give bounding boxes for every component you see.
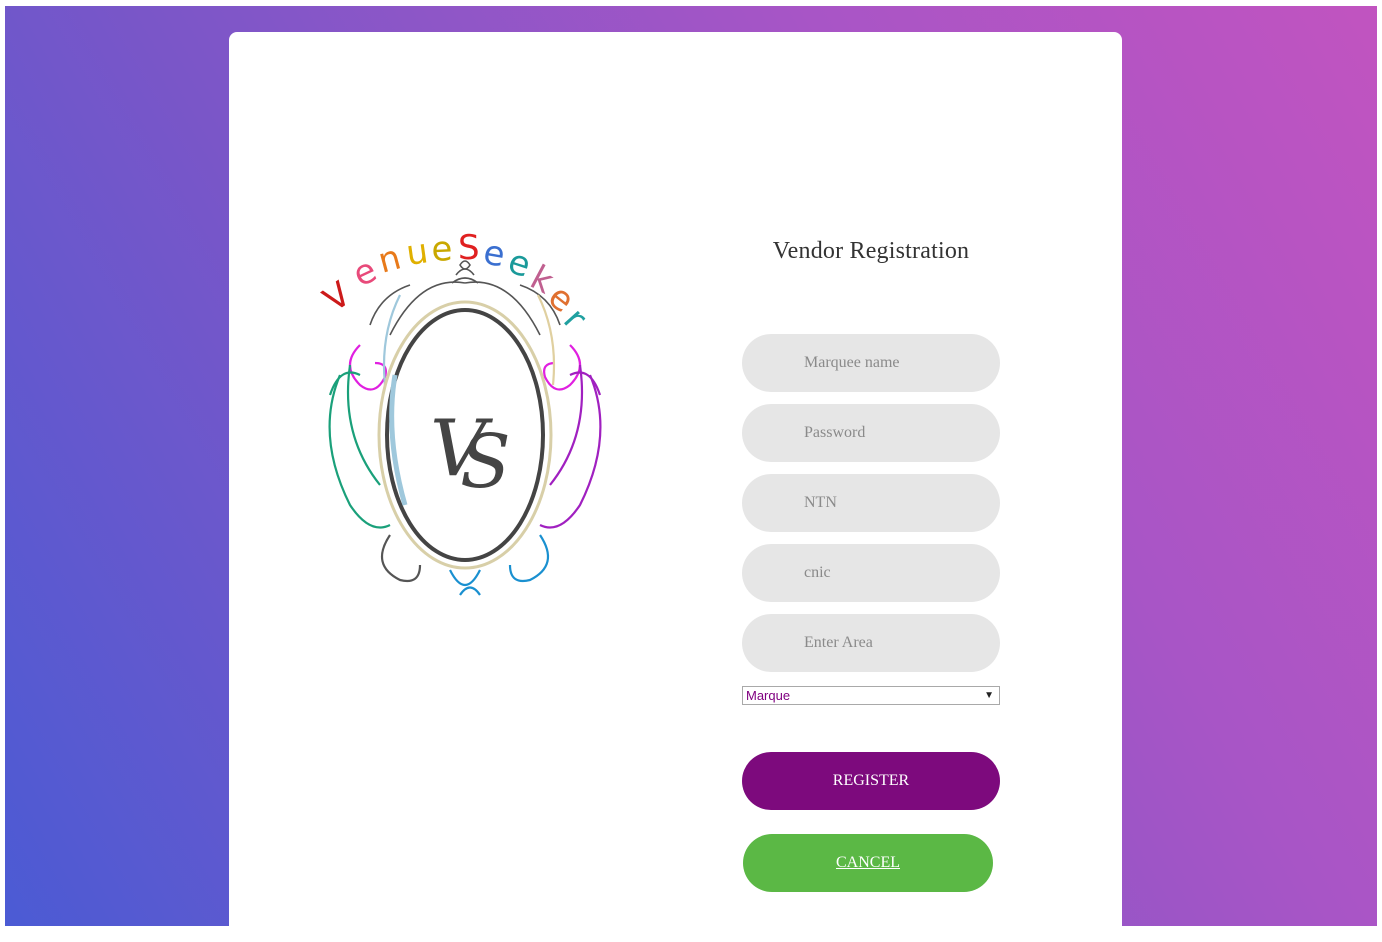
svg-text:S: S: [460, 419, 511, 505]
svg-text:V: V: [316, 274, 358, 320]
chevron-down-icon: ▼: [984, 690, 994, 701]
cancel-button[interactable]: CANCEL: [743, 834, 993, 892]
ntn-input[interactable]: [742, 474, 1000, 532]
register-button[interactable]: REGISTER: [742, 752, 1000, 810]
svg-text:S: S: [458, 228, 480, 268]
venue-type-select[interactable]: Marque ▼: [742, 686, 1000, 705]
svg-text:e: e: [480, 232, 508, 275]
area-input[interactable]: [742, 614, 1000, 672]
venue-seeker-logo: V e n u e S e e k e r V S: [316, 228, 602, 596]
svg-text:e: e: [430, 229, 453, 270]
svg-text:n: n: [374, 237, 405, 281]
cnic-input[interactable]: [742, 544, 1000, 602]
form-title: Vendor Registration: [772, 238, 970, 264]
svg-text:u: u: [404, 231, 431, 274]
password-input[interactable]: [742, 404, 1000, 462]
venue-type-selected-value: Marque: [746, 688, 791, 703]
marquee-name-input[interactable]: [742, 334, 1000, 392]
